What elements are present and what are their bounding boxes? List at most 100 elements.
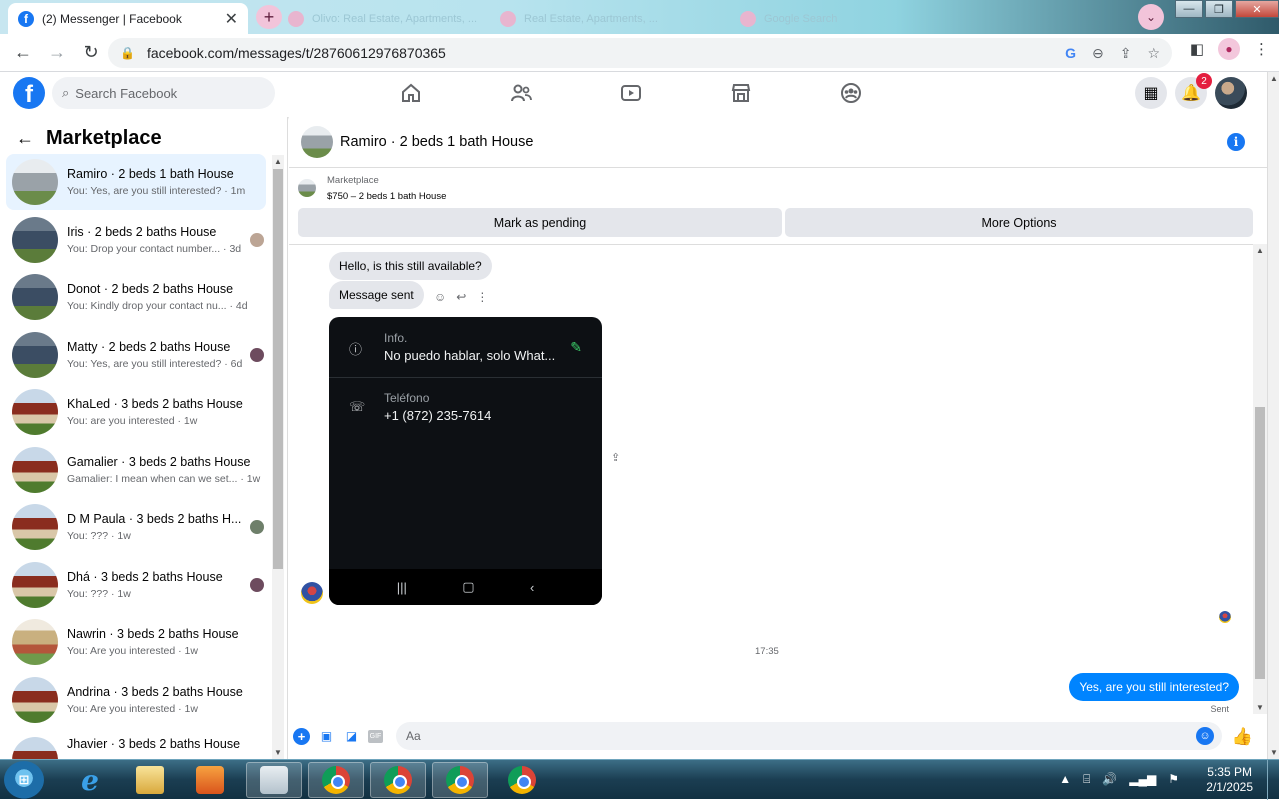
react-emoji-icon[interactable]: ☺ xyxy=(434,290,446,304)
browser-tab-messenger[interactable]: f (2) Messenger | Facebook ✕ xyxy=(8,3,248,34)
message-input[interactable]: Aa ☺ xyxy=(396,722,1222,750)
reply-icon[interactable]: ↩ xyxy=(456,290,466,304)
facebook-logo-icon[interactable]: f xyxy=(13,77,45,109)
taskbar-media-player[interactable] xyxy=(182,762,238,798)
conversation-item[interactable]: Iris · 2 beds 2 baths House You: Drop you… xyxy=(6,212,266,268)
taskbar-chrome-profile-3[interactable] xyxy=(432,762,488,798)
tab-search-chevron-icon[interactable]: ⌄ xyxy=(1138,4,1164,30)
message-actions: ☺ ↩ ⋮ xyxy=(434,290,488,304)
listing-summary[interactable]: Marketplace $750 – 2 beds 1 bath House xyxy=(298,175,446,202)
gif-icon[interactable]: GIF xyxy=(368,729,383,743)
taskbar-chrome-profile-1[interactable] xyxy=(308,762,364,798)
show-desktop-button[interactable] xyxy=(1267,760,1279,800)
listing-thumbnail xyxy=(12,389,58,435)
lock-icon[interactable]: 🔒 xyxy=(120,46,135,60)
conversation-name: Andrina · 3 beds 2 baths House xyxy=(67,685,243,699)
conversation-item[interactable]: Gamalier · 3 beds 2 baths House Gamalier:… xyxy=(6,442,266,498)
browser-tab-bg-2[interactable]: Real Estate, Apartments, ... xyxy=(500,3,720,34)
share-icon[interactable]: ⇪ xyxy=(1120,45,1132,62)
signal-bars-icon[interactable]: ▂▄▆ xyxy=(1129,772,1156,787)
taskbar-file-explorer[interactable] xyxy=(122,762,178,798)
action-center-flag-icon[interactable]: ⚑ xyxy=(1168,772,1179,787)
search-icon: ⌕ xyxy=(62,85,70,100)
scroll-down-arrow-icon[interactable]: ▼ xyxy=(1256,703,1264,712)
mark-as-pending-button[interactable]: Mark as pending xyxy=(298,208,782,237)
conversation-list-scrollbar[interactable]: ▲ ▼ xyxy=(272,155,284,759)
scroll-down-arrow-icon[interactable]: ▼ xyxy=(1270,748,1278,757)
conversation-item[interactable]: Andrina · 3 beds 2 baths House You: Are y… xyxy=(6,672,266,728)
phone-screenshot-attachment[interactable]: ⓘ Info. No puedo hablar, solo What... ✎ … xyxy=(329,317,602,605)
taskbar-clock[interactable]: 5:35 PM 2/1/2025 xyxy=(1206,765,1253,795)
share-icon[interactable]: ⇪ xyxy=(611,451,620,464)
side-panel-icon[interactable]: ◧ xyxy=(1190,40,1204,58)
conversation-name: KhaLed · 3 beds 2 baths House xyxy=(67,397,243,411)
conversation-item[interactable]: Ramiro · 2 beds 1 bath House You: Yes, ar… xyxy=(6,154,266,210)
emoji-icon[interactable]: ☺ xyxy=(1196,727,1214,745)
attach-photo-icon[interactable]: ▣ xyxy=(318,728,335,745)
new-tab-button[interactable]: + xyxy=(256,5,282,29)
start-button-windows-icon[interactable]: ⊞ xyxy=(4,761,44,799)
profile-icon[interactable]: ● xyxy=(1218,38,1240,60)
tab-close-icon[interactable]: ✕ xyxy=(225,9,238,29)
google-lens-icon[interactable]: G xyxy=(1065,45,1076,62)
menu-kebab-icon[interactable]: ⋮ xyxy=(1254,40,1269,58)
scroll-down-arrow-icon[interactable]: ▼ xyxy=(274,748,282,757)
reload-icon[interactable]: ↻ xyxy=(76,38,106,68)
address-bar[interactable]: 🔒 facebook.com/messages/t/28760612976870… xyxy=(108,38,1172,68)
conversation-item[interactable]: KhaLed · 3 beds 2 baths House You: are yo… xyxy=(6,384,266,440)
close-window-button[interactable]: ✕ xyxy=(1235,0,1279,18)
notifications-bell-icon[interactable]: 🔔 2 xyxy=(1175,73,1212,109)
watch-video-icon[interactable] xyxy=(619,81,643,105)
timestamp: 17:35 xyxy=(755,646,779,657)
minimize-button[interactable]: — xyxy=(1175,0,1203,18)
scroll-up-arrow-icon[interactable]: ▲ xyxy=(1256,246,1264,255)
friends-icon[interactable] xyxy=(509,81,533,105)
home-icon[interactable] xyxy=(399,81,423,105)
sticker-icon[interactable]: ◪ xyxy=(343,728,360,745)
sender-avatar[interactable] xyxy=(301,582,323,604)
divider xyxy=(329,377,602,378)
chat-listing-avatar[interactable] xyxy=(301,126,333,158)
scrollbar-thumb[interactable] xyxy=(273,169,283,569)
scroll-up-arrow-icon[interactable]: ▲ xyxy=(1270,74,1278,83)
thumbs-up-like-icon[interactable]: 👍 xyxy=(1232,727,1253,747)
conversation-item[interactable]: Donot · 2 beds 2 baths House You: Kindly … xyxy=(6,269,266,325)
taskbar-chrome-profile-2[interactable] xyxy=(370,762,426,798)
browser-tab-bg-3[interactable]: Google Search xyxy=(740,3,960,34)
conversation-item[interactable]: Jhavier · 3 beds 2 baths House xyxy=(6,729,266,759)
conversation-item[interactable]: Nawrin · 3 beds 2 baths House You: Are yo… xyxy=(6,614,266,670)
conversation-item[interactable]: Dhá · 3 beds 2 baths House You: ??? · 1w xyxy=(6,557,266,613)
windows-taskbar: ⊞ e ▲ ⌸ 🔊 ▂▄▆ ⚑ 5:35 PM 2/1/2025 xyxy=(0,759,1279,800)
tray-expand-icon[interactable]: ▲ xyxy=(1059,772,1071,787)
marketplace-store-icon[interactable] xyxy=(729,81,753,105)
url-text[interactable]: facebook.com/messages/t/2876061297687036… xyxy=(147,45,446,61)
browser-tab-bg-1[interactable]: Olivo: Real Estate, Apartments, ... xyxy=(288,3,478,34)
chat-title[interactable]: Ramiro · 2 beds 1 bath House xyxy=(340,134,533,150)
bookmark-star-icon[interactable]: ☆ xyxy=(1147,45,1160,62)
page-scrollbar[interactable]: ▲ ▼ xyxy=(1267,72,1279,759)
message-thread-scrollbar[interactable]: ▲ ▼ xyxy=(1253,244,1267,714)
zoom-icon[interactable]: ⊖ xyxy=(1092,45,1104,62)
scrollbar-thumb[interactable] xyxy=(1255,407,1265,679)
back-arrow-icon[interactable]: ← xyxy=(8,38,38,68)
account-avatar[interactable] xyxy=(1215,77,1247,109)
volume-icon[interactable]: 🔊 xyxy=(1102,772,1117,787)
maximize-button[interactable]: ❐ xyxy=(1205,0,1233,18)
menu-grid-icon[interactable]: ▦ xyxy=(1135,77,1167,109)
conversation-item[interactable]: Matty · 2 beds 2 baths House You: Yes, ar… xyxy=(6,327,266,383)
info-icon[interactable]: i xyxy=(1227,133,1245,151)
forward-arrow-icon[interactable]: → xyxy=(42,38,72,68)
add-plus-icon[interactable]: + xyxy=(293,727,310,745)
network-adapter-icon[interactable]: ⌸ xyxy=(1083,772,1090,787)
taskbar-chrome-profile-4[interactable] xyxy=(494,762,550,798)
scroll-up-arrow-icon[interactable]: ▲ xyxy=(274,157,282,166)
taskbar-snipping-tool[interactable] xyxy=(246,762,302,798)
back-arrow-icon[interactable]: ← xyxy=(16,128,34,149)
listing-thumbnail xyxy=(12,159,58,205)
facebook-search-input[interactable]: ⌕ Search Facebook xyxy=(52,77,275,109)
taskbar-internet-explorer[interactable]: e xyxy=(62,762,118,798)
more-options-button[interactable]: More Options xyxy=(785,208,1253,237)
conversation-item[interactable]: D M Paula · 3 beds 2 baths H... You: ??? … xyxy=(6,499,266,555)
groups-icon[interactable] xyxy=(839,81,863,105)
more-kebab-icon[interactable]: ⋮ xyxy=(476,290,488,304)
